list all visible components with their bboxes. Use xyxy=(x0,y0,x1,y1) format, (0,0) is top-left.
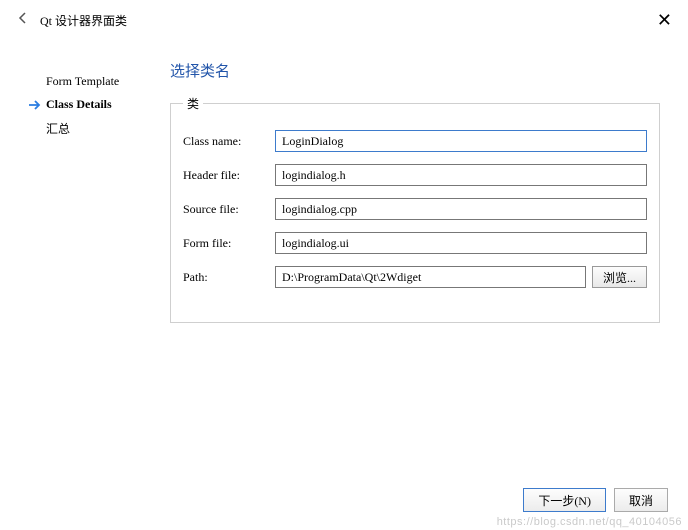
back-arrow-icon[interactable] xyxy=(16,11,30,30)
path-input[interactable] xyxy=(275,266,586,288)
source-file-label: Source file: xyxy=(183,202,269,217)
cancel-button[interactable]: 取消 xyxy=(614,488,668,512)
sidebar-item-form-template[interactable]: Form Template xyxy=(28,70,170,93)
form-file-input[interactable] xyxy=(275,232,647,254)
sidebar-item-summary[interactable]: 汇总 xyxy=(28,116,170,141)
source-file-input[interactable] xyxy=(275,198,647,220)
form-file-label: Form file: xyxy=(183,236,269,251)
header-file-input[interactable] xyxy=(275,164,647,186)
class-name-input[interactable] xyxy=(275,130,647,152)
step-arrow-icon xyxy=(28,100,42,110)
title-bar: Qt 设计器界面类 ✕ xyxy=(0,0,688,40)
content: Form Template Class Details 汇总 选择类名 类 Cl… xyxy=(0,40,688,323)
row-header-file: Header file: xyxy=(183,164,647,186)
title-left: Qt 设计器界面类 xyxy=(16,11,127,30)
close-icon[interactable]: ✕ xyxy=(657,10,672,31)
page-title: 选择类名 xyxy=(170,60,664,81)
sidebar-item-label: 汇总 xyxy=(46,120,70,137)
sidebar-item-label: Form Template xyxy=(46,74,119,89)
sidebar-item-class-details[interactable]: Class Details xyxy=(28,93,170,116)
watermark: https://blog.csdn.net/qq_40104056 xyxy=(497,516,682,528)
sidebar-item-label: Class Details xyxy=(46,97,112,112)
window-title: Qt 设计器界面类 xyxy=(40,12,127,29)
sidebar: Form Template Class Details 汇总 xyxy=(0,60,170,323)
class-fieldset: 类 Class name: Header file: Source file: … xyxy=(170,95,660,323)
main-panel: 选择类名 类 Class name: Header file: Source f… xyxy=(170,60,688,323)
path-label: Path: xyxy=(183,270,269,285)
browse-button[interactable]: 浏览... xyxy=(592,266,647,288)
class-name-label: Class name: xyxy=(183,134,269,149)
row-form-file: Form file: xyxy=(183,232,647,254)
header-file-label: Header file: xyxy=(183,168,269,183)
row-path: Path: 浏览... xyxy=(183,266,647,288)
next-button[interactable]: 下一步(N) xyxy=(523,488,606,512)
row-class-name: Class name: xyxy=(183,130,647,152)
fieldset-legend: 类 xyxy=(183,95,203,112)
button-bar: 下一步(N) 取消 xyxy=(523,488,668,512)
row-source-file: Source file: xyxy=(183,198,647,220)
